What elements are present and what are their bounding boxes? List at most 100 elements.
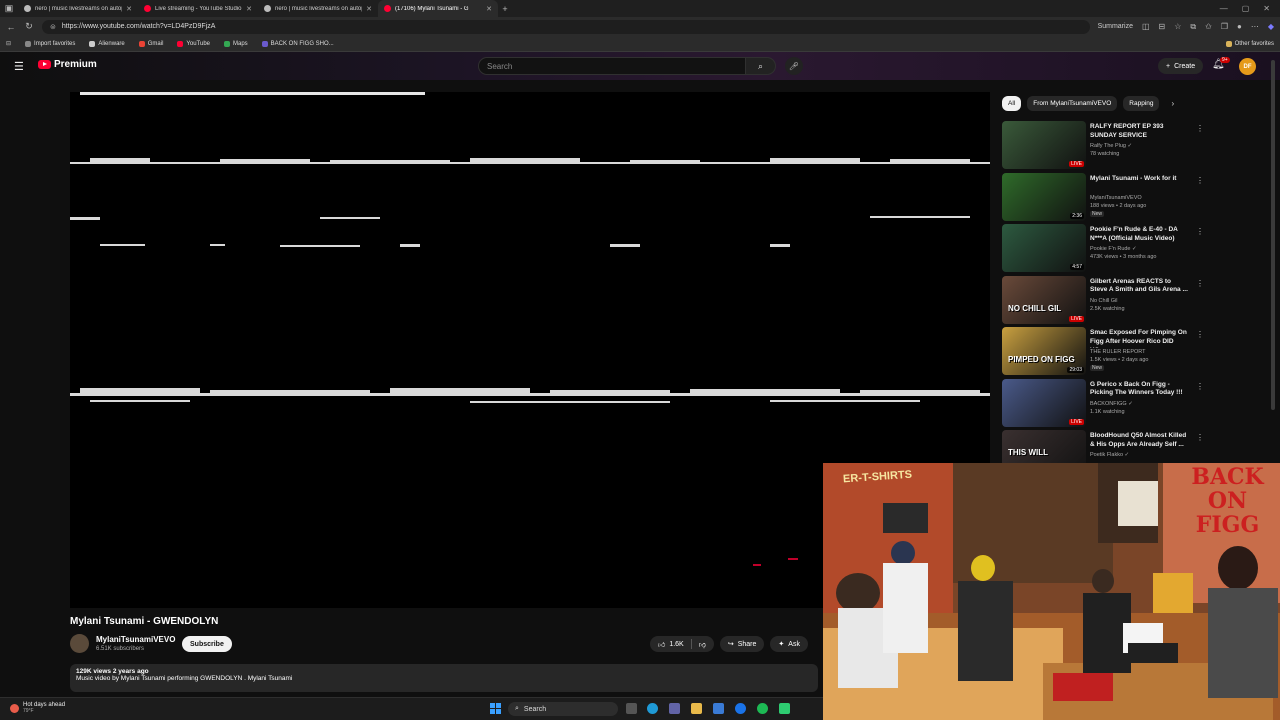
recommended-channel[interactable]: MylaniTsunamiVEVO [1090, 195, 1142, 201]
chrome-icon[interactable] [735, 703, 746, 714]
video-thumbnail[interactable]: 29:03 PIMPED ON FIGG [1002, 327, 1086, 375]
menu-icon[interactable]: ☰ [14, 60, 24, 73]
summarize-button[interactable]: Summarize [1098, 23, 1133, 30]
more-options-icon[interactable]: ⋮ [1196, 330, 1204, 339]
bookmark-item[interactable]: Gmail [138, 40, 163, 47]
new-tab-icon[interactable]: + [498, 4, 512, 14]
browser-tab[interactable]: nero | music livestreams on autop ✕ [18, 0, 138, 17]
like-count[interactable]: 1.6K [669, 641, 683, 648]
favorites-icon[interactable]: ✩ [1205, 22, 1212, 31]
youtube-logo[interactable]: Premium [38, 59, 97, 70]
more-options-icon[interactable]: ⋮ [1196, 279, 1204, 288]
search-input[interactable]: Search [478, 57, 746, 75]
recommended-video[interactable]: LIVE RALFY REPORT EP 393 SUNDAY SERVICE Ra… [1002, 121, 1204, 169]
recommended-title[interactable]: Pookie F'n Rude & E-40 - DA N***A (Offic… [1090, 226, 1190, 244]
browser-tab[interactable]: Live streaming - YouTube Studio ✕ [138, 0, 258, 17]
recommended-video[interactable]: 4:57 Pookie F'n Rude & E-40 - DA N***A (O… [1002, 224, 1204, 272]
video-thumbnail[interactable]: LIVE [1002, 378, 1086, 427]
video-thumbnail[interactable]: LIVE NO CHILL GIL [1002, 275, 1086, 324]
recommended-video[interactable]: 29:03 PIMPED ON FIGG Smac Exposed For Pimp… [1002, 327, 1204, 375]
bookmark-item[interactable]: BACK ON FIGG SHO... [261, 40, 334, 47]
create-button[interactable]: + Create [1158, 58, 1204, 74]
page-scrollbar[interactable] [1271, 60, 1275, 410]
description-box[interactable]: 129K views 2 years ago Music video by My… [70, 664, 818, 692]
tab-close-icon[interactable]: ✕ [126, 5, 132, 13]
subscribe-button[interactable]: Subscribe [182, 636, 232, 652]
video-thumbnail[interactable]: 4:57 [1002, 224, 1086, 272]
teams-icon[interactable] [669, 703, 680, 714]
browser-tab[interactable]: nero | music livestreams on autop ✕ [258, 0, 378, 17]
filter-chip[interactable]: All [1002, 96, 1022, 111]
store-icon[interactable] [713, 703, 724, 714]
video-thumbnail[interactable]: LIVE [1002, 121, 1086, 169]
recommended-title[interactable]: G Perico x Back On Figg - Picking The Wi… [1090, 381, 1190, 399]
search-button[interactable]: ⌕ [746, 57, 776, 75]
favorite-star-icon[interactable]: ☆ [1174, 22, 1181, 31]
filter-chip[interactable]: From MylaniTsunamiVEVO [1027, 96, 1118, 111]
copilot-icon[interactable]: ◆ [1268, 22, 1274, 31]
browser-tab[interactable]: (17106) Mylani Tsunami - G ✕ [378, 0, 498, 17]
recommended-channel[interactable]: Pookie F'n Rude ✓ [1090, 246, 1137, 252]
channel-avatar[interactable] [70, 634, 89, 653]
file-explorer-icon[interactable] [691, 703, 702, 714]
maximize-icon[interactable]: ▢ [1242, 4, 1250, 13]
more-options-icon[interactable]: ⋮ [1196, 227, 1204, 236]
recommended-channel[interactable]: No Chill Gil [1090, 298, 1118, 304]
tab-close-icon[interactable]: ✕ [366, 5, 372, 13]
tab-actions-icon[interactable]: ▣ [4, 3, 14, 14]
like-icon[interactable]: 👍︎ [658, 640, 665, 649]
dislike-icon[interactable]: 👎︎ [699, 640, 706, 649]
url-field[interactable]: ⊜ https://www.youtube.com/watch?v=LD4PzD… [42, 19, 1090, 34]
obs-icon[interactable] [779, 703, 790, 714]
recommended-channel[interactable]: Ralfy The Plug ✓ [1090, 143, 1132, 149]
recommended-channel[interactable]: Poetik Flakko ✓ [1090, 452, 1129, 458]
more-options-icon[interactable]: ⋮ [1196, 124, 1204, 133]
recommended-title[interactable]: RALFY REPORT EP 393 SUNDAY SERVICE [1090, 123, 1190, 141]
recommended-title[interactable]: Mylani Tsunami - Work for it [1090, 175, 1190, 184]
more-menu-icon[interactable]: ⋯ [1251, 22, 1259, 31]
bookmark-item[interactable]: Maps [224, 40, 248, 47]
profile-icon[interactable]: ● [1237, 22, 1242, 31]
weather-widget[interactable]: Hot days ahead 79°F [10, 702, 65, 714]
minimize-icon[interactable]: — [1220, 4, 1228, 13]
recommended-video[interactable]: LIVE G Perico x Back On Figg - Picking Th… [1002, 378, 1204, 427]
more-options-icon[interactable]: ⋮ [1196, 433, 1204, 442]
collections-icon[interactable]: ❐ [1221, 22, 1228, 31]
chips-next-icon[interactable]: › [1171, 99, 1174, 108]
recommended-title[interactable]: Gilbert Arenas REACTS to Steve A Smith a… [1090, 278, 1190, 296]
bookmark-other-favorites[interactable]: Other favorites [1225, 40, 1274, 47]
bookmark-item[interactable]: Alienware [89, 40, 125, 47]
spotify-icon[interactable] [757, 703, 768, 714]
ask-button[interactable]: ✦ Ask [770, 636, 808, 652]
more-options-icon[interactable]: ⋮ [1196, 382, 1204, 391]
voice-search-button[interactable]: 🎤︎ [785, 57, 803, 75]
extensions-icon[interactable]: ⧉ [1190, 22, 1196, 32]
split-icon[interactable]: ⊟ [1159, 22, 1166, 31]
windows-start-icon[interactable] [490, 703, 501, 714]
bookmark-item[interactable]: YouTube [177, 40, 210, 47]
tab-close-icon[interactable]: ✕ [486, 5, 492, 13]
recommended-title[interactable]: Smac Exposed For Pimping On Figg After H… [1090, 329, 1190, 348]
edge-icon[interactable] [647, 703, 658, 714]
reader-icon[interactable]: ◫ [1142, 22, 1150, 31]
taskbar-search[interactable]: ⌕ Search [508, 702, 618, 716]
site-info-icon[interactable]: ⊜ [50, 23, 56, 31]
channel-name[interactable]: MylaniTsunamiVEVO [96, 635, 175, 644]
account-avatar[interactable]: DF [1239, 58, 1256, 75]
tab-close-icon[interactable]: ✕ [246, 5, 252, 13]
close-window-icon[interactable]: ✕ [1263, 4, 1270, 13]
recommended-channel[interactable]: BACKONFIGG ✓ [1090, 401, 1133, 407]
refresh-icon[interactable]: ↻ [24, 21, 34, 32]
bookmarks-menu-icon[interactable]: ⊟ [6, 40, 11, 47]
recommended-title[interactable]: BloodHound Q50 Almost Killed & His Opps … [1090, 432, 1190, 450]
back-icon[interactable]: ← [6, 22, 16, 32]
filter-chip[interactable]: Rapping [1123, 96, 1160, 111]
bookmark-item[interactable]: Import favorites [25, 40, 75, 47]
recommended-video[interactable]: 2:36 Mylani Tsunami - Work for it MylaniTs… [1002, 172, 1204, 221]
share-button[interactable]: ↪ Share [719, 636, 765, 652]
task-view-icon[interactable] [626, 703, 637, 714]
more-options-icon[interactable]: ⋮ [1196, 176, 1204, 185]
video-thumbnail[interactable]: 2:36 [1002, 172, 1086, 221]
recommended-channel[interactable]: THE RULER REPORT [1090, 349, 1146, 355]
recommended-video[interactable]: LIVE NO CHILL GIL Gilbert Arenas REACTS to… [1002, 275, 1204, 324]
